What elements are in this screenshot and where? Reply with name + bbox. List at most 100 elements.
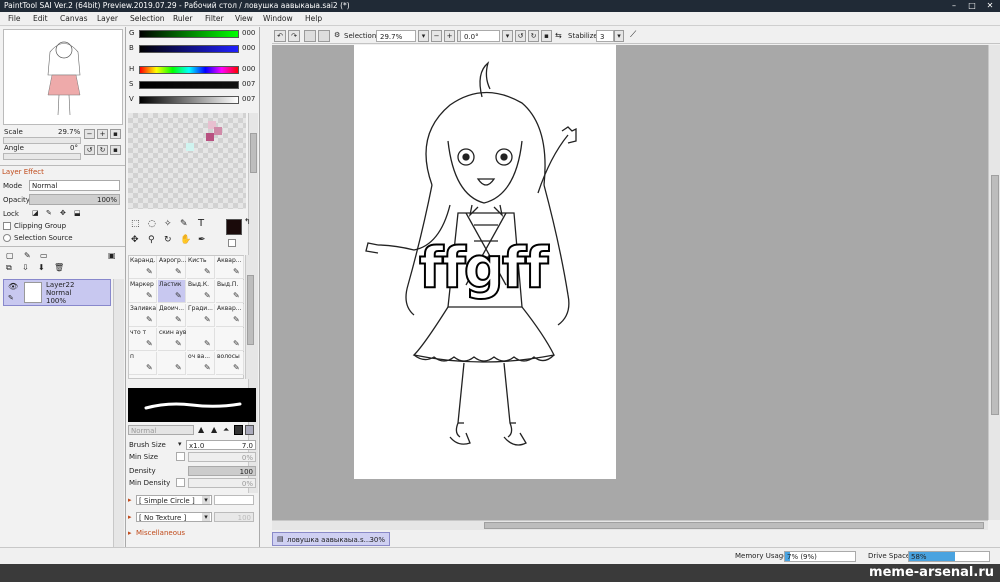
- brush-tool-cell[interactable]: Каранд. ✎: [129, 256, 157, 279]
- flip-icon[interactable]: ⇆: [555, 31, 562, 40]
- brush-tool-cell[interactable]: скин аув ✎: [158, 328, 186, 351]
- ruler-line-icon[interactable]: ⟋: [630, 30, 636, 40]
- toolbar-zoom-dropdown[interactable]: ▾: [418, 30, 429, 42]
- layer-scrollbar[interactable]: [113, 279, 124, 547]
- menu-file[interactable]: File: [8, 14, 21, 23]
- shape-dropdown-icon[interactable]: ▾: [202, 496, 210, 504]
- mode-select[interactable]: Normal: [29, 180, 120, 191]
- menu-filter[interactable]: Filter: [205, 14, 224, 23]
- menu-window[interactable]: Window: [263, 14, 293, 23]
- zoom-field[interactable]: 29.7%: [376, 30, 416, 42]
- brush-mode-select[interactable]: Normal: [128, 425, 194, 435]
- menu-layer[interactable]: Layer: [97, 14, 118, 23]
- move-icon[interactable]: ✥: [131, 235, 139, 245]
- toolbar-rotate-right[interactable]: ↻: [528, 30, 539, 42]
- brush-tool-cell[interactable]: Кисть ✎: [187, 256, 215, 279]
- brush-tool-cell[interactable]: Выд.К. ✎: [187, 280, 215, 303]
- brush-tool-cell[interactable]: волосы ✎: [216, 352, 244, 375]
- rotate-left-button[interactable]: ↺: [84, 145, 95, 155]
- s-slider[interactable]: [139, 81, 239, 89]
- lock-all-icon[interactable]: ⬓: [74, 209, 81, 217]
- brush-tool-cell[interactable]: Аэрогр... ✎: [158, 256, 186, 279]
- document-tab[interactable]: ▤ ловушка аавыкаыа.s... 30%: [272, 532, 390, 546]
- edge-square-icon[interactable]: [234, 425, 243, 435]
- zoom-reset-button[interactable]: ▪: [110, 129, 121, 139]
- zoom-icon[interactable]: ⚲: [148, 235, 155, 245]
- selection-icon[interactable]: ⚙: [334, 31, 340, 39]
- toolbar-zoom-out[interactable]: −: [431, 30, 442, 42]
- selection-source-radio[interactable]: [3, 234, 11, 242]
- misc-label[interactable]: Miscellaneous: [136, 529, 185, 537]
- brush-tool-cell[interactable]: Заливка ✎: [129, 304, 157, 327]
- new-folder-icon[interactable]: ▭: [40, 251, 48, 260]
- shape-strength-field[interactable]: [214, 495, 254, 505]
- brush-tool-cell[interactable]: что т ✎: [129, 328, 157, 351]
- hand-icon[interactable]: ✋: [180, 235, 191, 245]
- min-size-slider[interactable]: 0%: [188, 452, 256, 462]
- minimize-icon[interactable]: –: [946, 0, 962, 12]
- menu-help[interactable]: Help: [305, 14, 322, 23]
- rotate-icon[interactable]: ↻: [164, 235, 172, 245]
- tool-grid-scrollbar[interactable]: [245, 255, 255, 379]
- brush-tool-cell[interactable]: Маркер ✎: [129, 280, 157, 303]
- brush-tool-cell[interactable]: Двоич... ✎: [158, 304, 186, 327]
- g-slider[interactable]: [139, 30, 239, 38]
- layer-option-icon[interactable]: ▣: [108, 251, 116, 260]
- menu-selection[interactable]: Selection: [130, 14, 165, 23]
- canvas-hscrollbar[interactable]: [272, 520, 988, 530]
- menu-canvas[interactable]: Canvas: [60, 14, 88, 23]
- canvas-vscrollbar[interactable]: [988, 45, 1000, 520]
- menu-view[interactable]: View: [235, 14, 253, 23]
- close-icon[interactable]: ✕: [982, 0, 998, 12]
- lock-transparency-icon[interactable]: ◪: [32, 209, 39, 217]
- texture-dropdown-icon[interactable]: ▾: [202, 513, 210, 521]
- rotate-right-button[interactable]: ↻: [97, 145, 108, 155]
- selection-toolbar-label[interactable]: Selection: [344, 32, 376, 40]
- stabilizer-field[interactable]: 3: [596, 30, 614, 42]
- toolbar-rotate-left[interactable]: ↺: [515, 30, 526, 42]
- toolbar-blank-2[interactable]: [318, 30, 330, 42]
- brush-tool-cell[interactable]: ✎: [216, 328, 244, 351]
- edge-flat-icon[interactable]: [245, 425, 254, 435]
- misc-expand-icon[interactable]: ▸: [128, 529, 132, 537]
- canvas-page[interactable]: ffgff: [354, 45, 616, 479]
- layer-row[interactable]: 👁 ✎ Layer22 Normal 100%: [3, 279, 111, 306]
- zoom-out-button[interactable]: −: [84, 129, 95, 139]
- new-linework-icon[interactable]: ✎: [24, 251, 31, 260]
- toolbar-rotate-reset[interactable]: ▪: [541, 30, 552, 42]
- brush-tool-cell[interactable]: Гради... ✎: [187, 304, 215, 327]
- brush-tool-cell[interactable]: оч ва... ✎: [187, 352, 215, 375]
- h-slider[interactable]: [139, 66, 239, 74]
- brush-tool-cell[interactable]: Выд.П. ✎: [216, 280, 244, 303]
- transfer-down-icon[interactable]: ⇩: [22, 263, 29, 272]
- menu-edit[interactable]: Edit: [33, 14, 48, 23]
- merge-down-icon[interactable]: ⬇: [38, 263, 45, 272]
- v-slider[interactable]: [139, 96, 239, 104]
- zoom-in-button[interactable]: +: [97, 129, 108, 139]
- eyedropper-icon[interactable]: ✒: [198, 235, 206, 245]
- texture-strength-field[interactable]: 100: [214, 512, 254, 522]
- text-tool-icon[interactable]: T: [198, 218, 204, 229]
- brush-size-dropdown-icon[interactable]: ▾: [178, 440, 182, 448]
- undo-button[interactable]: ↶: [274, 30, 286, 42]
- angle-slider[interactable]: [3, 153, 81, 160]
- edge-soft-icon[interactable]: ▲: [211, 425, 217, 434]
- brush-tool-cell[interactable]: Аквар... ✎: [216, 304, 244, 327]
- edge-round-icon[interactable]: ⏶: [223, 425, 229, 435]
- brush-shape-select[interactable]: [ Simple Circle ] ▾: [136, 495, 212, 505]
- min-size-checkbox[interactable]: [176, 452, 185, 461]
- maximize-icon[interactable]: □: [964, 0, 980, 12]
- primary-color-swatch[interactable]: [226, 219, 242, 235]
- brush-tool-cell[interactable]: Ластик ✎: [158, 280, 186, 303]
- redo-button[interactable]: ↷: [288, 30, 300, 42]
- stabilizer-dropdown[interactable]: ▾: [614, 30, 624, 42]
- canvas-vscroll-thumb[interactable]: [991, 175, 999, 415]
- rect-select-icon[interactable]: ⬚: [131, 219, 140, 229]
- navigator-preview[interactable]: [3, 29, 123, 125]
- min-density-slider[interactable]: 0%: [188, 478, 256, 488]
- lasso-icon[interactable]: ◌: [148, 219, 156, 229]
- rotate-reset-button[interactable]: ▪: [110, 145, 121, 155]
- delete-layer-icon[interactable]: 🗑: [54, 263, 64, 272]
- swap-color-icon[interactable]: ↰: [244, 217, 251, 226]
- new-layer-icon[interactable]: ▢: [6, 251, 14, 260]
